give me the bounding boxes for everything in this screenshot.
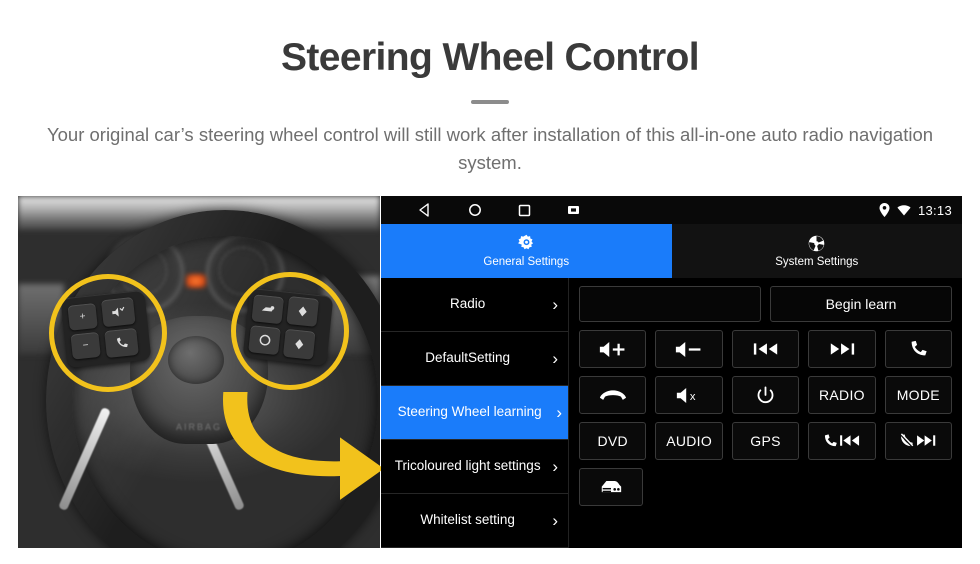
settings-body: Radio › DefaultSetting › Steering Wheel … bbox=[381, 278, 962, 548]
yellow-arrow bbox=[212, 392, 388, 504]
home-circle-icon[interactable] bbox=[468, 203, 482, 217]
menu-item-label: Whitelist setting bbox=[420, 512, 515, 528]
settings-tabs: General Settings System Settings bbox=[381, 224, 962, 278]
mute-button[interactable]: x bbox=[655, 376, 723, 414]
chevron-right-icon: › bbox=[552, 349, 558, 368]
dvd-button-label: DVD bbox=[597, 433, 628, 449]
gps-button-label: GPS bbox=[750, 433, 781, 449]
phone-off-next-icon bbox=[900, 433, 936, 449]
mode-button-label: MODE bbox=[896, 387, 940, 403]
volume-up-button[interactable] bbox=[579, 330, 647, 368]
power-icon bbox=[756, 386, 775, 405]
android-status-bar: 13:13 bbox=[381, 196, 962, 224]
car-icon bbox=[599, 478, 623, 497]
aperture-icon bbox=[807, 234, 826, 253]
panel-row-3: DVD AUDIO GPS bbox=[579, 422, 953, 460]
chevron-right-icon: › bbox=[552, 295, 558, 314]
menu-item-steering-wheel-learning[interactable]: Steering Wheel learning › bbox=[381, 386, 568, 440]
tab-system-settings-label: System Settings bbox=[775, 256, 859, 268]
answer-call-button[interactable] bbox=[884, 330, 953, 368]
clock: 13:13 bbox=[917, 202, 952, 218]
menu-item-label: Steering Wheel learning bbox=[397, 404, 542, 420]
volume-down-icon bbox=[674, 341, 704, 358]
begin-learn-button[interactable]: Begin learn bbox=[770, 286, 952, 322]
composite-image: AIRBAG + − 13:13 General Settings System… bbox=[0, 196, 980, 552]
phone-icon bbox=[908, 339, 928, 359]
left-cluster-highlight-circle bbox=[49, 274, 167, 392]
gps-button[interactable]: GPS bbox=[731, 422, 800, 460]
back-triangle-icon[interactable] bbox=[418, 203, 432, 217]
phone-hangup-icon bbox=[599, 388, 627, 402]
menu-item-tricoloured-light-settings[interactable]: Tricoloured light settings › bbox=[381, 440, 568, 494]
tab-general-settings-label: General Settings bbox=[483, 256, 570, 268]
horn-pad bbox=[168, 336, 224, 384]
radio-button-label: RADIO bbox=[819, 387, 865, 403]
menu-item-label: DefaultSetting bbox=[425, 350, 511, 366]
arrow-shape bbox=[223, 392, 384, 500]
menu-item-label: Radio bbox=[450, 296, 486, 312]
page-title: Steering Wheel Control bbox=[281, 36, 700, 79]
menu-item-defaultsetting[interactable]: DefaultSetting › bbox=[381, 332, 568, 386]
chevron-right-icon: › bbox=[552, 511, 558, 530]
panel-row-4 bbox=[579, 468, 952, 506]
menu-item-whitelist-setting[interactable]: Whitelist setting › bbox=[381, 494, 568, 548]
steering-wheel-learning-panel: Begin learn x RADIO MODE DVD AUDIO GPS bbox=[569, 278, 962, 548]
head-unit-screen: 13:13 General Settings System Settings R… bbox=[381, 196, 962, 548]
learn-display-field[interactable] bbox=[579, 286, 761, 322]
volume-mute-icon: x bbox=[675, 387, 703, 404]
location-pin-icon bbox=[879, 203, 890, 217]
volume-up-icon bbox=[598, 341, 628, 358]
previous-track-button[interactable] bbox=[731, 330, 800, 368]
next-track-icon bbox=[828, 341, 856, 357]
mode-button[interactable]: MODE bbox=[884, 376, 953, 414]
gear-icon bbox=[517, 234, 536, 253]
previous-track-icon bbox=[752, 341, 780, 357]
radio-button[interactable]: RADIO bbox=[808, 376, 876, 414]
right-cluster-highlight-circle bbox=[231, 272, 349, 390]
chevron-right-icon: › bbox=[552, 457, 558, 476]
screenshot-icon[interactable] bbox=[567, 204, 580, 216]
menu-item-radio[interactable]: Radio › bbox=[381, 278, 568, 332]
callend-next-button[interactable] bbox=[884, 422, 953, 460]
navigation-bar bbox=[418, 196, 580, 224]
phone-previous-icon bbox=[824, 433, 860, 449]
menu-item-label: Tricoloured light settings bbox=[394, 458, 541, 474]
tab-system-settings[interactable]: System Settings bbox=[671, 224, 962, 278]
chevron-right-icon: › bbox=[556, 403, 562, 422]
audio-button[interactable]: AUDIO bbox=[655, 422, 723, 460]
dvd-button[interactable]: DVD bbox=[579, 422, 647, 460]
svg-text:x: x bbox=[690, 391, 696, 403]
title-divider bbox=[471, 100, 509, 104]
volume-down-button[interactable] bbox=[655, 330, 723, 368]
status-indicators: 13:13 bbox=[879, 196, 952, 224]
panel-row-2: x RADIO MODE bbox=[579, 376, 953, 414]
power-button[interactable] bbox=[731, 376, 800, 414]
hang-up-button[interactable] bbox=[579, 376, 647, 414]
audio-button-label: AUDIO bbox=[666, 433, 713, 449]
tab-general-settings[interactable]: General Settings bbox=[381, 224, 672, 278]
settings-menu: Radio › DefaultSetting › Steering Wheel … bbox=[381, 278, 569, 548]
panel-row-4-spacer bbox=[652, 468, 952, 506]
wifi-icon bbox=[897, 204, 911, 216]
car-button[interactable] bbox=[579, 468, 643, 506]
call-previous-button[interactable] bbox=[808, 422, 876, 460]
panel-row-top: Begin learn bbox=[579, 286, 952, 322]
page-subtitle: Your original car’s steering wheel contr… bbox=[46, 124, 934, 173]
recents-square-icon[interactable] bbox=[518, 204, 531, 217]
next-track-button[interactable] bbox=[808, 330, 876, 368]
panel-row-1 bbox=[579, 330, 953, 368]
